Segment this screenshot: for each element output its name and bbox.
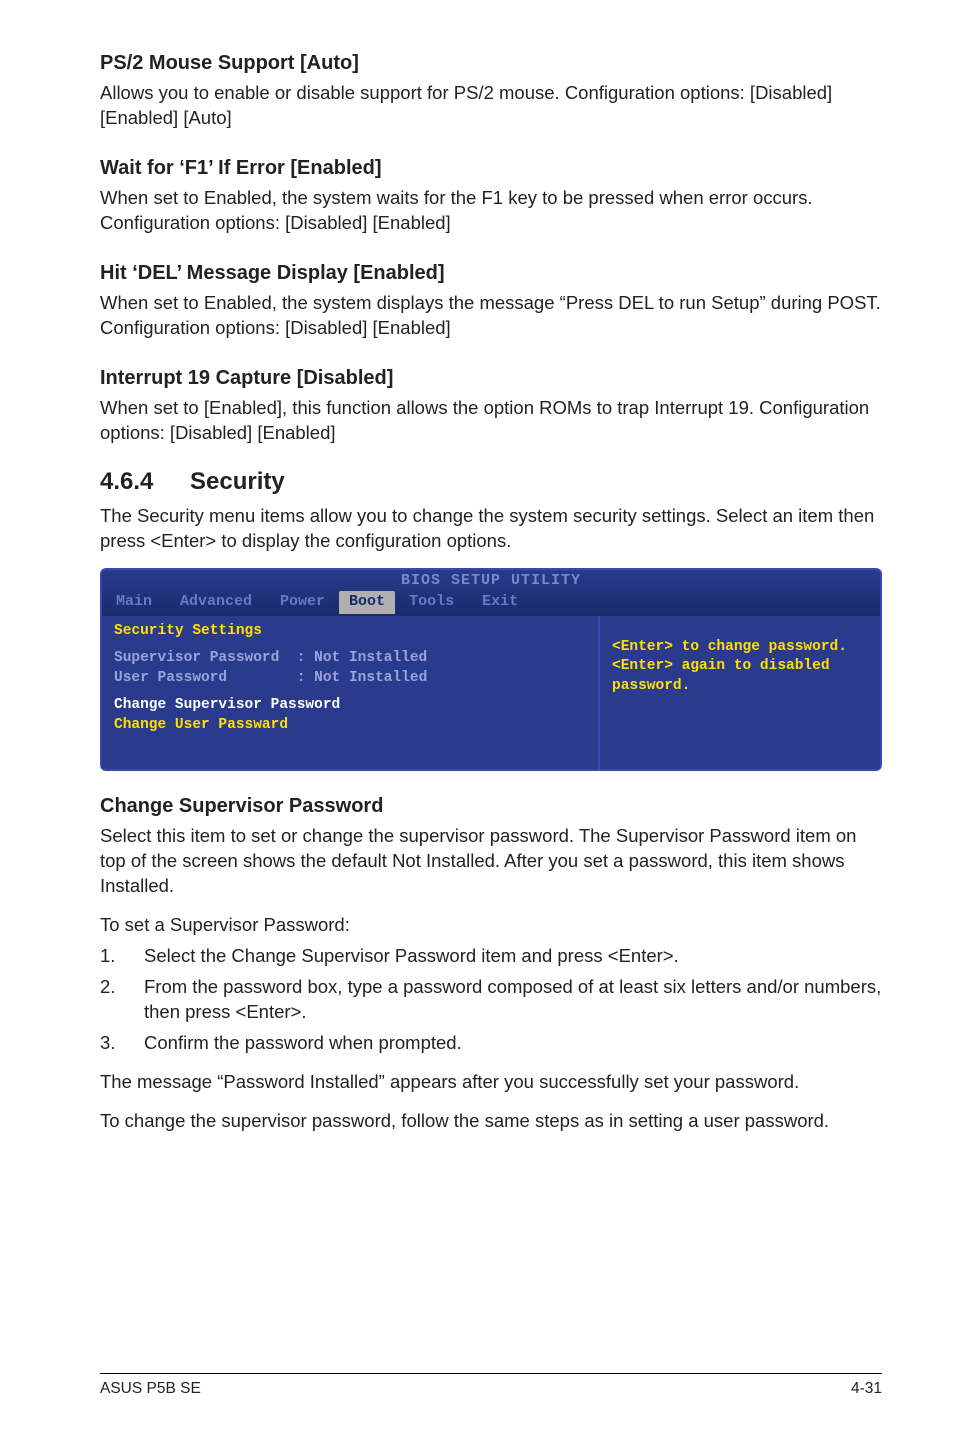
bios-titlebar: BIOS SETUP UTILITY Main Advanced Power B… [100,568,882,616]
body-del: When set to Enabled, the system displays… [100,291,882,341]
bios-change-user[interactable]: Change User Passward [114,716,588,736]
bios-user-row: User Password : Not Installed [114,669,588,689]
bios-user-label: User Password [114,670,227,686]
heading-security: 4.6.4Security [100,466,882,498]
body-changepw-1: Select this item to set or change the su… [100,824,882,899]
step-number: 2. [100,975,144,1025]
footer-right: 4-31 [851,1379,882,1400]
step-text: Select the Change Supervisor Password it… [144,944,679,969]
step-item: 2. From the password box, type a passwor… [100,975,882,1025]
bios-body: Security Settings Supervisor Password : … [100,616,882,772]
bios-right-pane: <Enter> to change password. <Enter> agai… [600,616,880,770]
body-changepw-3: The message “Password Installed” appears… [100,1070,882,1095]
section-number: 4.6.4 [100,466,190,498]
bios-tab-boot[interactable]: Boot [339,591,395,613]
body-int19: When set to [Enabled], this function all… [100,396,882,446]
heading-ps2: PS/2 Mouse Support [Auto] [100,50,882,77]
bios-help-text: <Enter> to change password. <Enter> agai… [612,638,870,697]
step-number: 3. [100,1031,144,1056]
bios-supervisor-row: Supervisor Password : Not Installed [114,649,588,669]
footer-left: ASUS P5B SE [100,1379,201,1400]
bios-title: BIOS SETUP UTILITY [102,570,880,591]
bios-change-supervisor[interactable]: Change Supervisor Password [114,696,588,716]
step-number: 1. [100,944,144,969]
bios-user-value: : Not Installed [297,670,428,686]
steps-list: 1. Select the Change Supervisor Password… [100,944,882,1056]
bios-screenshot: BIOS SETUP UTILITY Main Advanced Power B… [100,568,882,771]
body-changepw-4: To change the supervisor password, follo… [100,1109,882,1134]
bios-tab-exit[interactable]: Exit [468,591,532,613]
bios-tab-tools[interactable]: Tools [395,591,468,613]
bios-tab-main[interactable]: Main [102,591,166,613]
body-ps2: Allows you to enable or disable support … [100,81,882,131]
bios-supervisor-value: : Not Installed [297,650,428,666]
bios-left-pane: Security Settings Supervisor Password : … [102,616,600,770]
heading-int19: Interrupt 19 Capture [Disabled] [100,365,882,392]
heading-f1: Wait for ‘F1’ If Error [Enabled] [100,155,882,182]
bios-tabs: Main Advanced Power Boot Tools Exit [102,591,880,615]
section-title: Security [190,468,285,495]
bios-security-heading: Security Settings [114,622,588,642]
bios-supervisor-label: Supervisor Password [114,650,279,666]
body-f1: When set to Enabled, the system waits fo… [100,186,882,236]
heading-change-supervisor-password: Change Supervisor Password [100,793,882,820]
page-footer: ASUS P5B SE 4-31 [100,1373,882,1400]
body-changepw-2: To set a Supervisor Password: [100,913,882,938]
heading-del: Hit ‘DEL’ Message Display [Enabled] [100,260,882,287]
step-text: From the password box, type a password c… [144,975,882,1025]
step-item: 1. Select the Change Supervisor Password… [100,944,882,969]
step-text: Confirm the password when prompted. [144,1031,462,1056]
bios-tab-advanced[interactable]: Advanced [166,591,266,613]
body-security: The Security menu items allow you to cha… [100,504,882,554]
bios-tab-power[interactable]: Power [266,591,339,613]
step-item: 3. Confirm the password when prompted. [100,1031,882,1056]
